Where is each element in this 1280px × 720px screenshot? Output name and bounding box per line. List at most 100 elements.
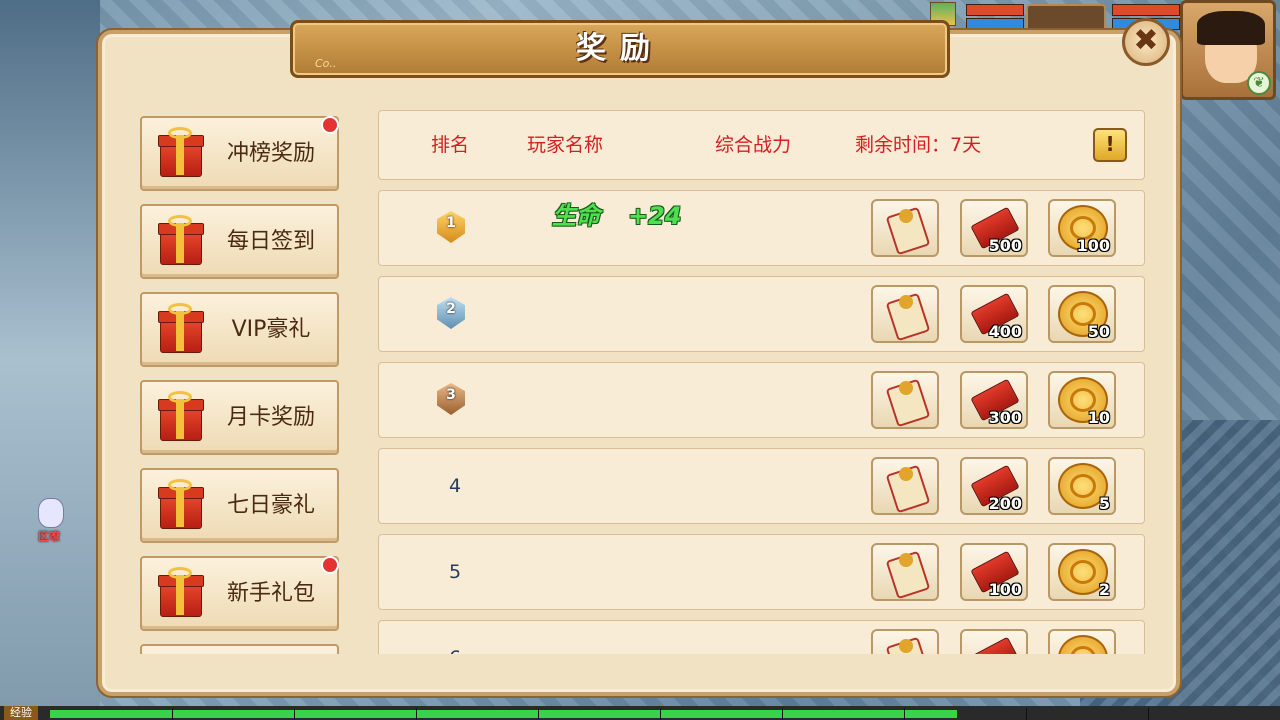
rank-number: 4 <box>448 475 462 497</box>
rank-number: 5 <box>448 561 462 583</box>
gift-box-icon <box>158 479 204 529</box>
npc-label: 区嘹 <box>38 530 60 543</box>
sidebar-item-label: 月卡奖励 <box>226 405 315 430</box>
sidebar-item-monthly-card[interactable]: 月卡奖励 <box>140 380 339 455</box>
scroll-icon <box>885 206 931 256</box>
reward-coin-slot[interactable]: 2 <box>1048 543 1116 601</box>
notification-dot <box>321 556 339 574</box>
exp-label: 经验 <box>4 706 38 720</box>
buff-stat: 生命 <box>552 202 600 230</box>
gift-box-icon <box>158 567 204 617</box>
portrait-hair <box>1197 11 1265 45</box>
buff-popup: 生命 +24 <box>552 196 710 231</box>
exp-bar-tick <box>294 708 295 720</box>
player-hp-bar <box>1112 4 1180 16</box>
sidebar-item-daily-signin[interactable]: 每日签到 <box>140 204 339 279</box>
gift-box-icon <box>158 303 204 353</box>
header-remaining-time: 剩余时间：7天 <box>855 134 982 156</box>
exp-bar-fill <box>50 710 957 718</box>
leaf-badge-icon[interactable]: ❦ <box>1247 71 1271 95</box>
reward-quantity: 200 <box>988 494 1022 513</box>
gift-box-icon <box>158 215 204 265</box>
sidebar-item-newbie-pack[interactable]: 新手礼包 <box>140 556 339 631</box>
reward-scroll-slot[interactable] <box>871 457 939 515</box>
scroll-icon <box>885 636 931 654</box>
reward-scroll-slot[interactable] <box>871 371 939 429</box>
reward-ticket-slot[interactable] <box>960 629 1028 654</box>
sidebar-item-label: VIP豪礼 <box>231 317 311 342</box>
reward-coin-slot[interactable] <box>1048 629 1116 654</box>
sidebar-item-ranking-rewards[interactable]: 冲榜奖励 <box>140 116 339 191</box>
reward-ticket-slot[interactable]: 100 <box>960 543 1028 601</box>
scene-wall <box>0 0 100 720</box>
header-player-name: 玩家名称 <box>527 134 604 156</box>
mp-bar <box>966 18 1024 30</box>
rank-medal-icon: 3 <box>431 381 471 421</box>
npc-character[interactable]: 区嘹 <box>32 498 68 543</box>
player-portrait[interactable]: ❦ <box>1180 0 1276 100</box>
reward-category-sidebar: 冲榜奖励 每日签到 VIP豪礼 月卡奖励 七日豪礼 新手礼包 <box>140 116 340 654</box>
table-row: 5 100 2 <box>378 534 1145 610</box>
exp-bar-tick <box>538 708 539 720</box>
rank-medal-icon: 2 <box>431 295 471 335</box>
reward-ticket-slot[interactable]: 500 <box>960 199 1028 257</box>
header-combat-power: 综合战力 <box>715 134 792 156</box>
gift-box-icon <box>158 391 204 441</box>
reward-coin-slot[interactable]: 50 <box>1048 285 1116 343</box>
rank-number: 3 <box>446 387 456 403</box>
sidebar-item-label: 七日豪礼 <box>226 493 315 518</box>
panel-title: 奖励 <box>576 31 664 66</box>
exp-bar-tick <box>904 708 905 720</box>
exp-bar-tick <box>782 708 783 720</box>
table-row: 3 300 10 <box>378 362 1145 438</box>
header-rank: 排名 <box>431 134 470 156</box>
gift-box-icon <box>158 127 204 177</box>
reward-quantity: 300 <box>988 408 1022 427</box>
reward-coin-slot[interactable]: 10 <box>1048 371 1116 429</box>
sidebar-item-label: 每日签到 <box>226 229 315 254</box>
reward-quantity: 10 <box>1087 408 1110 427</box>
reward-coin-slot[interactable]: 5 <box>1048 457 1116 515</box>
reward-scroll-slot[interactable] <box>871 199 939 257</box>
reward-scroll-slot[interactable] <box>871 285 939 343</box>
sidebar-item-more[interactable] <box>140 644 339 654</box>
scroll-icon <box>885 464 931 514</box>
scroll-icon <box>885 378 931 428</box>
close-button[interactable]: ✖ <box>1122 18 1170 66</box>
info-button[interactable]: ! <box>1093 128 1127 162</box>
ranking-reward-list[interactable]: 1 500 100 2 400 50 3 300 10 4 200 5 5 100 2 6 <box>378 190 1145 654</box>
sidebar-item-vip-gift[interactable]: VIP豪礼 <box>140 292 339 367</box>
rank-number: 6 <box>431 621 479 654</box>
exp-bar-tick <box>660 708 661 720</box>
table-row: 1 500 100 <box>378 190 1145 266</box>
reward-ticket-slot[interactable]: 400 <box>960 285 1028 343</box>
exp-bar-tick <box>172 708 173 720</box>
reward-quantity: 500 <box>988 236 1022 255</box>
exp-bar-tick <box>1026 708 1027 720</box>
exp-bar-tick <box>1148 708 1149 720</box>
reward-quantity: 50 <box>1087 322 1110 341</box>
notification-dot <box>321 116 339 134</box>
reward-quantity: 2 <box>1098 580 1110 599</box>
buff-value: +24 <box>628 202 682 230</box>
title-banner: Co.. 奖励 <box>290 20 950 78</box>
sidebar-item-seven-day-gift[interactable]: 七日豪礼 <box>140 468 339 543</box>
scroll-icon <box>885 550 931 600</box>
ticket-icon <box>970 636 1020 654</box>
reward-scroll-slot[interactable] <box>871 629 939 654</box>
exp-bar: 经验 <box>0 706 1280 720</box>
hp-bar <box>966 4 1024 16</box>
rank-number: 1 <box>446 215 456 231</box>
table-row: 4 200 5 <box>378 448 1145 524</box>
reward-ticket-slot[interactable]: 200 <box>960 457 1028 515</box>
reward-quantity: 100 <box>988 580 1022 599</box>
reward-coin-slot[interactable]: 100 <box>1048 199 1116 257</box>
reward-scroll-slot[interactable] <box>871 543 939 601</box>
table-row: 6 <box>378 620 1145 654</box>
reward-ticket-slot[interactable]: 300 <box>960 371 1028 429</box>
exp-bar-tick <box>416 708 417 720</box>
gold-coin-icon <box>1058 635 1108 654</box>
rank-number: 2 <box>446 301 456 317</box>
table-header: 排名 玩家名称 综合战力 剩余时间：7天 ! <box>378 110 1145 180</box>
reward-quantity: 5 <box>1098 494 1110 513</box>
